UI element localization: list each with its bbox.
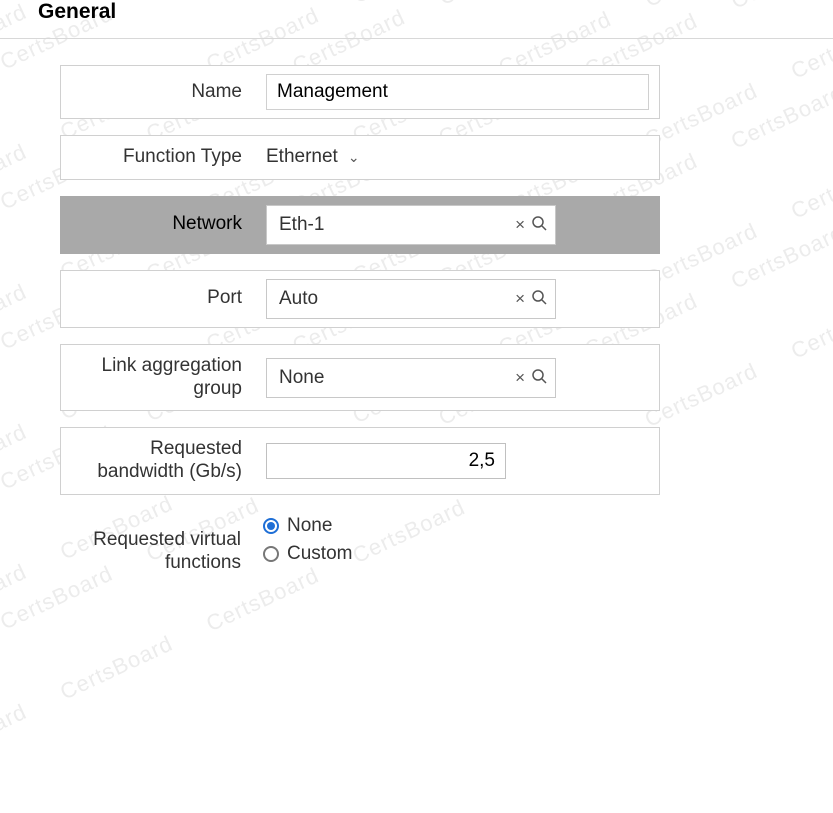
name-label: Name bbox=[61, 66, 256, 118]
search-icon[interactable] bbox=[531, 368, 547, 387]
port-picker[interactable]: Auto × bbox=[266, 279, 556, 319]
clear-icon[interactable]: × bbox=[515, 369, 525, 386]
radio-label: None bbox=[287, 515, 332, 537]
bandwidth-input[interactable] bbox=[266, 443, 506, 479]
radio-label: Custom bbox=[287, 543, 352, 565]
search-icon[interactable] bbox=[531, 215, 547, 234]
bandwidth-label: Requested bandwidth (Gb/s) bbox=[61, 428, 256, 494]
function-type-value: Ethernet bbox=[266, 146, 338, 168]
clear-icon[interactable]: × bbox=[515, 216, 525, 233]
lag-picker[interactable]: None × bbox=[266, 358, 556, 398]
network-label: Network bbox=[61, 197, 256, 253]
radio-icon bbox=[263, 546, 279, 562]
radio-icon bbox=[263, 518, 279, 534]
bandwidth-row: Requested bandwidth (Gb/s) bbox=[60, 427, 660, 495]
virtual-functions-none-option[interactable]: None bbox=[263, 515, 352, 537]
port-row: Port Auto × bbox=[60, 270, 660, 328]
network-picker[interactable]: Eth-1 × bbox=[266, 205, 556, 245]
network-row: Network Eth-1 × bbox=[60, 196, 660, 254]
lag-row: Link aggregation group None × bbox=[60, 344, 660, 412]
function-type-label: Function Type bbox=[61, 136, 256, 179]
name-input[interactable] bbox=[266, 74, 649, 110]
search-icon[interactable] bbox=[531, 289, 547, 308]
lag-value: None bbox=[279, 367, 515, 389]
port-label: Port bbox=[61, 271, 256, 327]
port-value: Auto bbox=[279, 288, 515, 310]
virtual-functions-row: Requested virtual functions None Custom bbox=[60, 511, 660, 585]
section-title: General bbox=[38, 0, 795, 38]
virtual-functions-custom-option[interactable]: Custom bbox=[263, 543, 352, 565]
lag-label: Link aggregation group bbox=[61, 345, 256, 411]
function-type-row: Function Type Ethernet ⌄ bbox=[60, 135, 660, 180]
section-divider bbox=[0, 38, 833, 39]
virtual-functions-label: Requested virtual functions bbox=[60, 511, 255, 585]
function-type-select[interactable]: Ethernet ⌄ bbox=[266, 146, 360, 168]
name-row: Name bbox=[60, 65, 660, 119]
network-value: Eth-1 bbox=[279, 214, 515, 236]
clear-icon[interactable]: × bbox=[515, 290, 525, 307]
chevron-down-icon: ⌄ bbox=[348, 149, 360, 166]
